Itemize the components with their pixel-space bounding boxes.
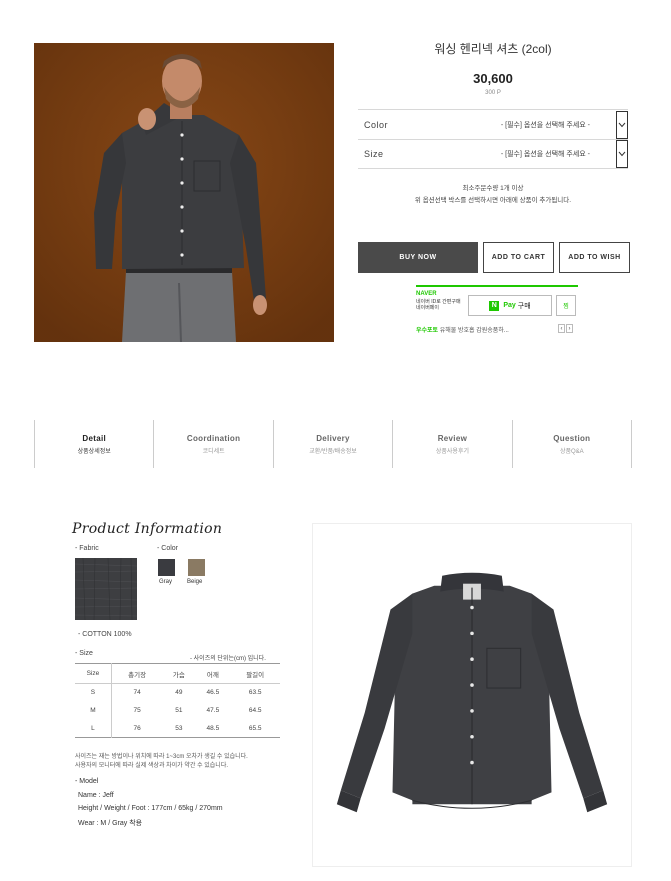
naver-event-em: 우수포토 bbox=[416, 328, 439, 334]
size-note-line: 사이즈는 재는 방법이나 위치에 따라 1~3cm 오차가 생길 수 있습니다. bbox=[75, 754, 248, 760]
tab-subtitle: 상품사용후기 bbox=[435, 448, 469, 455]
color-label: - Color bbox=[157, 545, 179, 552]
table-cell: 53 bbox=[175, 724, 183, 732]
tab-question[interactable]: Question 상품Q&A bbox=[513, 420, 633, 468]
next-arrow-icon[interactable]: › bbox=[566, 324, 573, 333]
table-cell: 76 bbox=[133, 724, 141, 732]
tab-delivery[interactable]: Delivery 교환/반품/배송정보 bbox=[274, 420, 394, 468]
add-to-wish-button[interactable]: ADD TO WISH bbox=[559, 242, 630, 273]
naver-desc-line: 네이버페이 bbox=[416, 305, 440, 311]
naver-desc: 네이버 ID로 간편구매 네이버페이 bbox=[416, 299, 461, 311]
table-header-cell: 가슴 bbox=[162, 663, 196, 684]
option-select-value: - [필수] 옵션을 선택해 주세요 - bbox=[500, 151, 590, 158]
tab-title: Question bbox=[553, 433, 591, 443]
color-swatch-beige bbox=[188, 559, 205, 576]
table-cell: 47.5 bbox=[206, 707, 220, 714]
table-cell: L bbox=[75, 719, 112, 738]
min-order-text: 최소주문수량 1개 이상 bbox=[462, 185, 524, 192]
tab-subtitle: 상품상세정보 bbox=[77, 448, 111, 455]
fabric-label: - Fabric bbox=[75, 545, 99, 552]
naver-n-icon: N bbox=[489, 300, 500, 311]
naver-event-link[interactable]: 우수포토 유해물 방호흡 감원송품하... bbox=[416, 325, 509, 334]
model-photo-illustration bbox=[34, 43, 334, 342]
naver-logo: NAVER bbox=[416, 291, 437, 297]
model-label: - Model bbox=[75, 778, 99, 785]
tab-subtitle: 코디세트 bbox=[202, 448, 225, 455]
order-notice: 최소주문수량 1개 이상 위 옵션선택 박스를 선택하시면 아래에 상품이 추가… bbox=[358, 183, 628, 207]
size-disclaimer: 사이즈는 재는 방법이나 위치에 따라 1~3cm 오차가 생길 수 있습니다.… bbox=[75, 753, 285, 771]
size-unit-note: - 사이즈의 단위는(cm) 입니다. bbox=[190, 656, 266, 662]
table-header-cell: 어깨 bbox=[195, 663, 231, 684]
product-points: 300 P bbox=[485, 90, 501, 96]
naver-event-nav: ‹ › bbox=[558, 324, 573, 333]
table-header-cell: Size bbox=[75, 663, 112, 684]
model-name: Name : Jeff bbox=[78, 792, 114, 799]
pay-label: 구매 bbox=[517, 302, 531, 310]
tab-title: Review bbox=[437, 433, 468, 443]
tab-coordination[interactable]: Coordination 코디세트 bbox=[154, 420, 274, 468]
detail-tabs: Detail 상품상세정보 Coordination 코디세트 Delivery… bbox=[34, 420, 633, 468]
size-label: - Size bbox=[75, 650, 93, 657]
fabric-swatch-image bbox=[75, 558, 137, 620]
color-name-gray: Gray bbox=[159, 579, 173, 585]
table-row: M 75 51 47.5 64.5 bbox=[75, 701, 280, 720]
option-label: Size bbox=[364, 149, 384, 159]
pay-text: Pay bbox=[503, 302, 516, 309]
color-select[interactable]: - [필수] 옵션을 선택해 주세요 - bbox=[501, 110, 628, 140]
size-table-header: Size 총기장 가슴 어깨 팔길이 bbox=[75, 663, 280, 684]
table-header-cell: 팔길이 bbox=[230, 663, 280, 684]
composition-text: - COTTON 100% bbox=[78, 631, 132, 638]
table-cell: 65.5 bbox=[248, 724, 262, 732]
naver-pay-button[interactable]: N Pay 구매 bbox=[468, 295, 552, 316]
table-cell: M bbox=[75, 701, 112, 720]
tab-review[interactable]: Review 상품사용후기 bbox=[393, 420, 513, 468]
option-row-color: Color - [필수] 옵션을 선택해 주세요 - bbox=[358, 109, 628, 139]
shirt-flat-image bbox=[312, 523, 632, 867]
product-price: 30,600 bbox=[473, 71, 513, 86]
table-row: S 74 49 46.5 63.5 bbox=[75, 683, 280, 702]
tab-detail[interactable]: Detail 상품상세정보 bbox=[35, 420, 155, 468]
tab-title: Coordination bbox=[186, 433, 241, 443]
naver-event-text: 유해물 방호흡 감원송품하... bbox=[438, 328, 509, 334]
table-header-cell: 총기장 bbox=[111, 663, 163, 684]
naver-pay-box: NAVER 네이버 ID로 간편구매 네이버페이 N Pay 구매 찜 bbox=[416, 285, 578, 317]
purchase-buttons: BUY NOW ADD TO CART ADD TO WISH bbox=[358, 242, 630, 273]
color-name-beige: Beige bbox=[187, 579, 203, 585]
chevron-down-icon[interactable] bbox=[616, 140, 628, 168]
product-main-image bbox=[34, 43, 334, 342]
table-cell: 74 bbox=[133, 689, 141, 697]
table-cell: 64.5 bbox=[248, 707, 262, 714]
shirt-illustration bbox=[336, 572, 608, 813]
size-note-line: 사용자의 모니터에 따라 실제 색상과 차이가 약간 수 있습니다. bbox=[75, 763, 229, 769]
table-row: L 76 53 48.5 65.5 bbox=[75, 719, 280, 738]
buy-now-button[interactable]: BUY NOW bbox=[358, 242, 478, 273]
option-select-value: - [필수] 옵션을 선택해 주세요 - bbox=[500, 121, 590, 129]
add-to-cart-button[interactable]: ADD TO CART bbox=[483, 242, 554, 273]
table-cell: 51 bbox=[175, 707, 183, 714]
table-cell: S bbox=[75, 683, 112, 702]
prev-arrow-icon[interactable]: ‹ bbox=[558, 324, 565, 333]
tab-subtitle: 상품Q&A bbox=[559, 448, 584, 455]
tab-subtitle: 교환/반품/배송정보 bbox=[309, 448, 357, 455]
naver-zzim-button[interactable]: 찜 bbox=[556, 295, 576, 316]
product-title: 워싱 헨리넥 셔츠 (2col) bbox=[434, 42, 552, 56]
option-row-size: Size - [필수] 옵션을 선택해 주세요 - bbox=[358, 139, 628, 169]
tab-title: Detail bbox=[82, 433, 106, 443]
option-label: Color bbox=[364, 119, 389, 130]
model-wear-info: Wear : M / Gray 착용 bbox=[78, 820, 143, 827]
product-information-heading: Product Information bbox=[72, 521, 223, 537]
model-body-info: Height / Weight / Foot : 177cm / 65kg / … bbox=[78, 805, 223, 812]
size-table: Size 총기장 가슴 어깨 팔길이 S 74 49 46.5 63.5 M 7… bbox=[75, 663, 280, 738]
tab-title: Delivery bbox=[316, 433, 350, 443]
option-notice-text: 위 옵션선택 박스를 선택하시면 아래에 상품이 추가됩니다. bbox=[414, 197, 572, 204]
table-cell: 49 bbox=[175, 689, 183, 697]
table-cell: 63.5 bbox=[248, 689, 262, 697]
product-summary: 워싱 헨리넥 셔츠 (2col) 30,600 300 P bbox=[358, 40, 628, 96]
table-cell: 75 bbox=[133, 707, 141, 714]
size-select[interactable]: - [필수] 옵션을 선택해 주세요 - bbox=[501, 139, 628, 169]
color-swatch-gray bbox=[158, 559, 175, 576]
table-cell: 48.5 bbox=[206, 724, 220, 732]
table-cell: 46.5 bbox=[206, 689, 220, 697]
chevron-down-icon[interactable] bbox=[616, 110, 628, 139]
